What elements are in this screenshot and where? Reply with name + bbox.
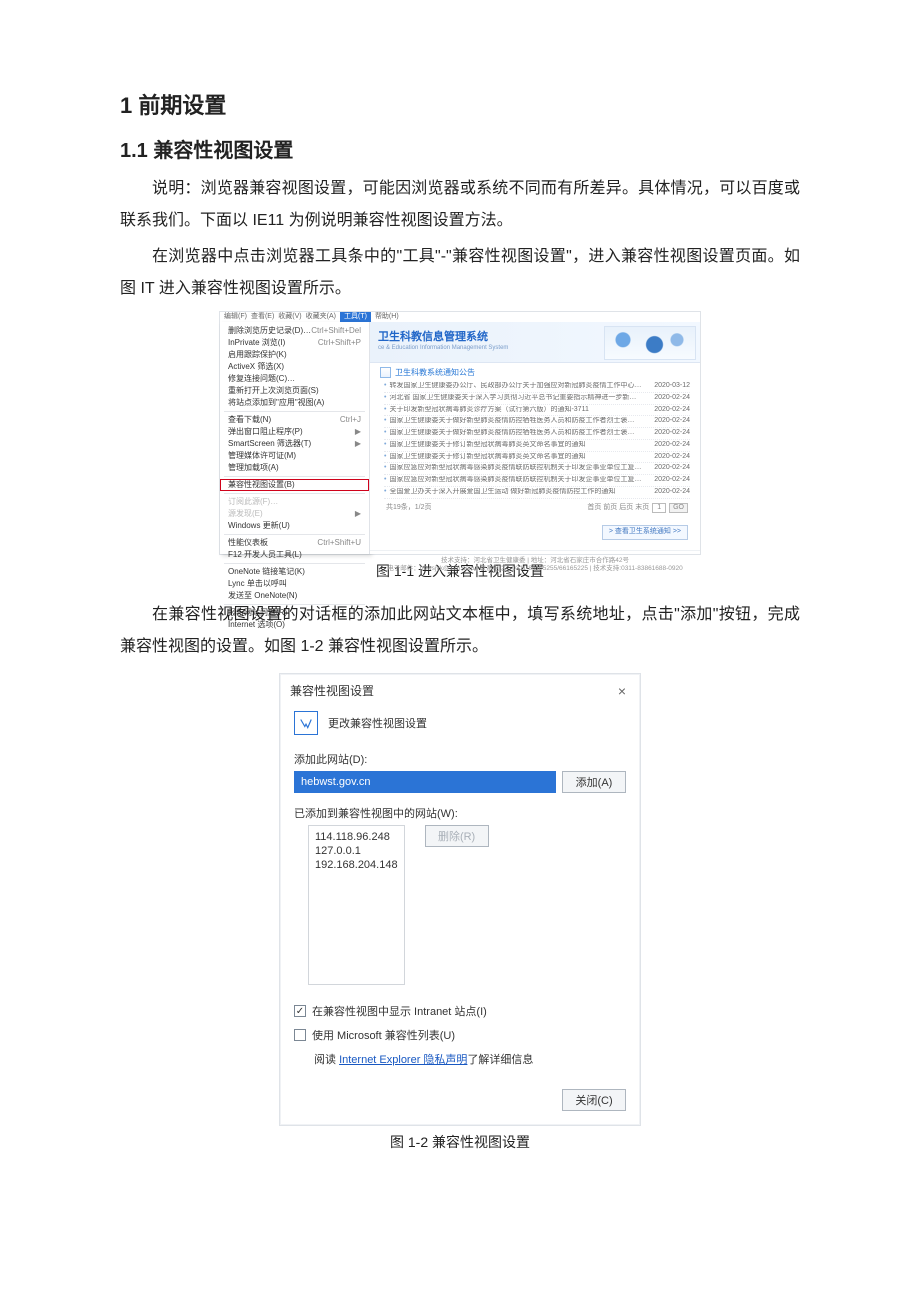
menubar-help[interactable]: 帮助(H)	[375, 313, 399, 322]
menubar-tools[interactable]: 工具(T)	[340, 312, 371, 322]
menu-item: 源发现(E)▶	[220, 508, 369, 520]
menu-item[interactable]: ActiveX 筛选(X)	[220, 361, 369, 373]
menu-item[interactable]: SmartScreen 筛选器(T)▶	[220, 438, 369, 450]
page-content: 卫生科教信息管理系统 ce & Education Information Ma…	[370, 322, 700, 554]
menu-item[interactable]: Lync 单击以呼叫	[220, 578, 369, 590]
added-sites-list[interactable]: 114.118.96.248127.0.0.1192.168.204.148	[308, 825, 405, 985]
notice-row[interactable]: •国家应急应对新型冠状病毒感染肺炎疫情联防联控机制关于印发企事业单位工复…202…	[384, 475, 690, 487]
pager: 共19条，1/2页 首页 前页 后页 末页 1 GO	[386, 499, 688, 516]
menu-item: 订阅此源(F)…	[220, 496, 369, 508]
list-item[interactable]: 192.168.204.148	[315, 858, 398, 872]
site-subtitle: ce & Education Information Management Sy…	[378, 345, 508, 353]
dialog-heading: 更改兼容性视图设置	[328, 715, 427, 731]
menu-item[interactable]: 管理加载项(A)	[220, 462, 369, 474]
added-list-label: 已添加到兼容性视图中的网站(W):	[280, 805, 640, 825]
menubar-item[interactable]: 收藏夹(A)	[306, 313, 336, 322]
mslist-checkbox-label: 使用 Microsoft 兼容性列表(U)	[312, 1027, 455, 1043]
menu-item[interactable]: 将站点添加到"应用"视图(A)	[220, 397, 369, 409]
figure-2-caption: 图 1-2 兼容性视图设置	[120, 1132, 800, 1152]
menu-item[interactable]: InPrivate 浏览(I)Ctrl+Shift+P	[220, 337, 369, 349]
menubar-item[interactable]: 查看(E)	[251, 313, 274, 322]
compat-icon	[294, 711, 318, 735]
mslist-checkbox[interactable]	[294, 1029, 306, 1041]
paragraph-step1: 在浏览器中点击浏览器工具条中的"工具"-"兼容性视图设置"，进入兼容性视图设置页…	[120, 241, 800, 305]
menu-item[interactable]: 兼容性视图设置(B)	[220, 479, 369, 491]
notice-row[interactable]: •国家卫生健康委关于做好新型肺炎疫情防控牺牲医务人员和防疫工作者烈士褒…2020…	[384, 428, 690, 440]
pager-go-button[interactable]: GO	[669, 503, 688, 514]
menu-item[interactable]: 弹出窗口阻止程序(P)▶	[220, 426, 369, 438]
banner-illustration	[604, 326, 696, 360]
paragraph-intro: 说明：浏览器兼容视图设置，可能因浏览器或系统不同而有所差异。具体情况，可以百度或…	[120, 173, 800, 237]
list-item[interactable]: 127.0.0.1	[315, 844, 398, 858]
add-button[interactable]: 添加(A)	[562, 771, 626, 793]
menu-item[interactable]: 启用跟踪保护(K)	[220, 349, 369, 361]
menu-item[interactable]: OneNote 链接笔记(K)	[220, 566, 369, 578]
menu-item[interactable]: 管理媒体许可证(M)	[220, 450, 369, 462]
notice-row[interactable]: •国家卫生健康委关于修订新型冠状病毒肺炎英文命名事宜的通知2020-02-24	[384, 452, 690, 464]
ie-menubar: 编辑(F) 查看(E) 收藏(V) 收藏夹(A) 工具(T) 帮助(H)	[220, 312, 700, 322]
figure-1: 编辑(F) 查看(E) 收藏(V) 收藏夹(A) 工具(T) 帮助(H) 删除浏…	[219, 311, 701, 555]
intranet-checkbox-label: 在兼容性视图中显示 Intranet 站点(I)	[312, 1003, 487, 1019]
menu-item[interactable]: 查看下载(N)Ctrl+J	[220, 414, 369, 426]
menu-item[interactable]: F12 开发人员工具(L)	[220, 549, 369, 561]
list-item[interactable]: 114.118.96.248	[315, 830, 398, 844]
pager-nav[interactable]: 首页 前页 后页 末页	[587, 504, 649, 513]
site-footer: 技术支持：河北省卫生健康委 | 地址：河北省石家庄市合作路42号 电子邮件：hb…	[370, 550, 700, 577]
notice-row[interactable]: •全国爱卫办关于深入开展爱国卫生运动 做好新冠肺炎疫情防控工作的通知2020-0…	[384, 487, 690, 499]
pager-summary: 共19条，1/2页	[386, 504, 432, 513]
notice-row[interactable]: •关于印发新型冠状病毒肺炎诊疗方案（试行第六版）的通知-37112020-02-…	[384, 405, 690, 417]
notice-list: •转发国家卫生健康委办公厅、民政部办公厅关于加强应对新冠肺炎疫情工作中心…202…	[380, 381, 694, 499]
notice-row[interactable]: •河北省 国家卫生健康委关于深入学习贯彻习近平总书记重要指示精神进一步新…202…	[384, 393, 690, 405]
pager-page-input[interactable]: 1	[652, 503, 666, 514]
add-site-label: 添加此网站(D):	[280, 751, 640, 771]
heading-1: 1 前期设置	[120, 88, 800, 120]
menubar-item[interactable]: 编辑(F)	[224, 313, 247, 322]
add-site-input[interactable]	[294, 771, 556, 793]
menu-item[interactable]: 删除浏览历史记录(D)…Ctrl+Shift+Del	[220, 325, 369, 337]
close-icon[interactable]: ×	[614, 684, 630, 698]
paragraph-step2: 在兼容性视图设置的对话框的添加此网站文本框中，填写系统地址，点击"添加"按钮，完…	[120, 599, 800, 663]
notice-row[interactable]: •国家卫生健康委关于修订新型冠状病毒肺炎英文命名事宜的通知2020-02-24	[384, 440, 690, 452]
menu-item[interactable]: 性能仪表板Ctrl+Shift+U	[220, 537, 369, 549]
heading-1-1: 1.1 兼容性视图设置	[120, 134, 800, 163]
notice-section-title: 卫生科教系统通知公告	[380, 367, 694, 378]
menu-item[interactable]: 修复连接问题(C)…	[220, 373, 369, 385]
menubar-item[interactable]: 收藏(V)	[278, 313, 301, 322]
privacy-line: 阅读 Internet Explorer 隐私声明了解详细信息	[314, 1051, 533, 1067]
site-banner: 卫生科教信息管理系统 ce & Education Information Ma…	[370, 322, 700, 363]
notice-row[interactable]: •国家卫生健康委关于做好新型肺炎疫情防控牺牲医务人员和防疫工作者烈士褒…2020…	[384, 416, 690, 428]
tools-dropdown: 删除浏览历史记录(D)…Ctrl+Shift+DelInPrivate 浏览(I…	[220, 322, 370, 554]
site-title: 卫生科教信息管理系统	[378, 331, 508, 345]
notice-row[interactable]: •国家应急应对新型冠状病毒感染肺炎疫情联防联控机制关于印发企事业单位工复…202…	[384, 463, 690, 475]
remove-button[interactable]: 删除(R)	[425, 825, 489, 847]
figure-2-dialog: 兼容性视图设置 × 更改兼容性视图设置 添加此网站(D): 添加(A) 已添加到…	[279, 673, 641, 1126]
intranet-checkbox[interactable]: ✓	[294, 1005, 306, 1017]
notice-row[interactable]: •转发国家卫生健康委办公厅、民政部办公厅关于加强应对新冠肺炎疫情工作中心…202…	[384, 381, 690, 393]
close-button[interactable]: 关闭(C)	[562, 1089, 626, 1111]
view-more-button[interactable]: > 查看卫生系统通知 >>	[602, 525, 688, 540]
privacy-link[interactable]: Internet Explorer 隐私声明	[339, 1054, 467, 1066]
menu-item[interactable]: 重新打开上次浏览页面(S)	[220, 385, 369, 397]
menu-item[interactable]: Windows 更新(U)	[220, 520, 369, 532]
dialog-title: 兼容性视图设置	[290, 682, 374, 699]
